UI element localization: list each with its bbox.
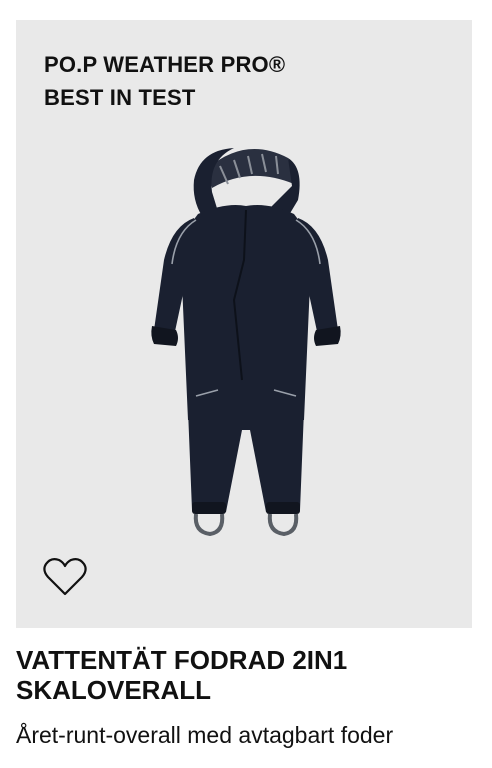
product-title[interactable]: VATTENTÄT FODRAD 2IN1 SKALOVERALL xyxy=(16,645,476,705)
promo-line-2: BEST IN TEST xyxy=(44,85,196,110)
product-card[interactable]: PO.P WEATHER PRO® BEST IN TEST VATTENTÄT… xyxy=(0,0,492,768)
promo-line-1: PO.P WEATHER PRO® xyxy=(44,52,286,77)
snowsuit-image xyxy=(151,148,341,537)
heart-outline-icon[interactable] xyxy=(42,556,88,598)
product-subtitle: Året-runt-overall med avtagbart foder xyxy=(16,722,394,748)
product-image-area[interactable]: PO.P WEATHER PRO® BEST IN TEST xyxy=(16,20,472,628)
promo-badge: PO.P WEATHER PRO® BEST IN TEST xyxy=(44,48,285,114)
